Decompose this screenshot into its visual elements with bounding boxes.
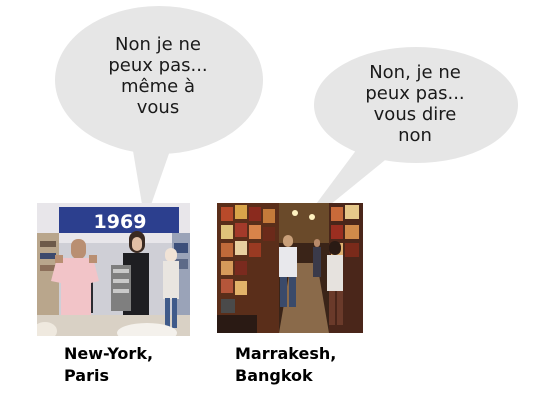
speech-bubble-2-text: Non, je ne peux pas... vous dire non: [335, 62, 495, 146]
bubble-1-line-1: Non je ne: [115, 34, 201, 55]
speech-bubble-1-text: Non je ne peux pas... même à vous: [78, 34, 238, 118]
store-photo-illustration: 1969: [37, 203, 190, 336]
bubble-1-line-4: vous: [136, 97, 180, 118]
bubble-2-line-1: Non, je ne: [369, 62, 461, 83]
store-sign-text: 1969: [94, 211, 147, 233]
caption-new-york-paris: New-York, Paris: [64, 343, 153, 387]
caption-1-line-2: Paris: [64, 366, 109, 385]
caption-marrakesh-bangkok: Marrakesh, Bangkok: [235, 343, 336, 387]
bubble-1-line-2: peux pas...: [108, 55, 208, 76]
market-photo: [217, 203, 363, 333]
caption-1-line-1: New-York,: [64, 344, 154, 363]
market-photo-illustration: [217, 203, 363, 333]
bubble-1-line-3: même à: [121, 76, 195, 97]
caption-2-line-2: Bangkok: [235, 366, 313, 385]
bubble-2-line-4: non: [398, 125, 432, 146]
caption-2-line-1: Marrakesh,: [235, 344, 337, 363]
store-photo: 1969: [37, 203, 190, 336]
bubble-2-line-2: peux pas...: [365, 83, 465, 104]
bubble-2-line-3: vous dire: [373, 104, 457, 125]
